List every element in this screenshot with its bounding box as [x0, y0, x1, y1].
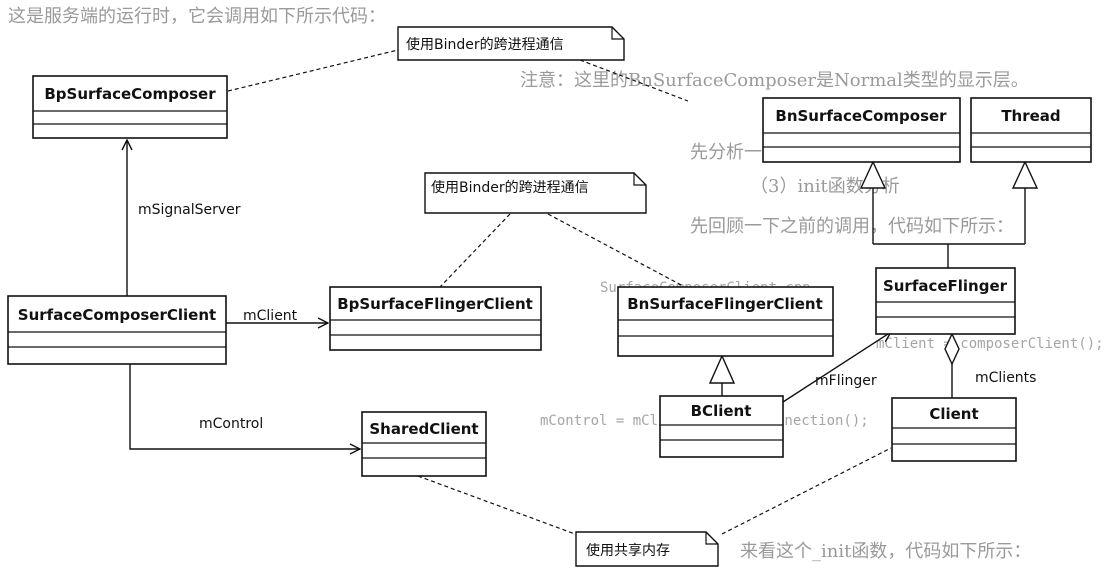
bg-text-line: 先回顾一下之前的调用，代码如下所示：	[690, 216, 1014, 237]
note-anchor-line	[439, 213, 511, 288]
uml-class-diagram: 这是服务端的运行时，它会调用如下所示代码： 注意：这里的BnSurfaceCom…	[7, 6, 1104, 567]
note-text: 使用Binder的跨进程通信	[431, 179, 589, 196]
label-mclients: mClients	[975, 370, 1036, 386]
inheritance-triangle	[708, 354, 736, 384]
assoc-mcontrol	[129, 364, 360, 449]
inheritance-triangle	[1011, 160, 1039, 189]
label-mclient: mClient	[243, 308, 298, 324]
class-name: SurfaceComposerClient	[18, 306, 216, 324]
class-name: Thread	[1001, 107, 1060, 125]
note-anchor-line	[721, 447, 892, 535]
label-msignalserver: mSignalServer	[138, 202, 241, 218]
class-sharedclient[interactable]: SharedClient	[361, 411, 487, 477]
note-shared-memory[interactable]: 使用共享内存	[575, 531, 719, 567]
label-mcontrol: mControl	[199, 416, 263, 432]
bg-text-line: 注意：这里的BnSurfaceComposer是Normal类型的显示层。	[520, 70, 1029, 91]
note-text: 使用共享内存	[586, 542, 670, 559]
class-name: BpSurfaceComposer	[44, 85, 216, 103]
bg-text-line: 来看这个_init函数，代码如下所示：	[740, 541, 1031, 562]
bg-text-line: mClient = composerClient();	[876, 336, 1104, 352]
class-name: BnSurfaceFlingerClient	[627, 295, 823, 313]
class-name: Client	[929, 405, 978, 423]
note-anchor-line	[227, 49, 399, 92]
class-name: SurfaceFlinger	[883, 277, 1008, 295]
class-bclient[interactable]: BClient	[659, 395, 784, 458]
class-name: BpSurfaceFlingerClient	[337, 295, 533, 313]
class-bnsurfaceflingerclient[interactable]: BnSurfaceFlingerClient	[617, 286, 834, 357]
class-thread[interactable]: Thread	[970, 97, 1092, 163]
class-name: BClient	[691, 402, 752, 420]
note-anchor-line	[417, 475, 576, 535]
class-bnsurfacecomposer[interactable]: BnSurfaceComposer	[762, 97, 961, 163]
class-bpsurfacecomposer[interactable]: BpSurfaceComposer	[32, 75, 228, 139]
class-surfaceflinger[interactable]: SurfaceFlinger	[875, 267, 1016, 335]
note-anchor-line	[547, 213, 684, 287]
class-client[interactable]: Client	[891, 397, 1017, 462]
note-binder-ipc-mid[interactable]: 使用Binder的跨进程通信	[424, 172, 647, 214]
note-binder-ipc-top[interactable]: 使用Binder的跨进程通信	[397, 26, 625, 61]
note-text: 使用Binder的跨进程通信	[406, 36, 564, 53]
inheritance-triangle	[859, 160, 887, 189]
class-name: SharedClient	[369, 420, 478, 438]
class-name: BnSurfaceComposer	[775, 107, 947, 125]
bg-text-line: 这是服务端的运行时，它会调用如下所示代码：	[8, 6, 386, 27]
class-surfacecomposerclient[interactable]: SurfaceComposerClient	[7, 295, 227, 365]
label-mflinger: mFlinger	[815, 373, 877, 389]
class-bpsurfaceflingerclient[interactable]: BpSurfaceFlingerClient	[329, 286, 542, 351]
